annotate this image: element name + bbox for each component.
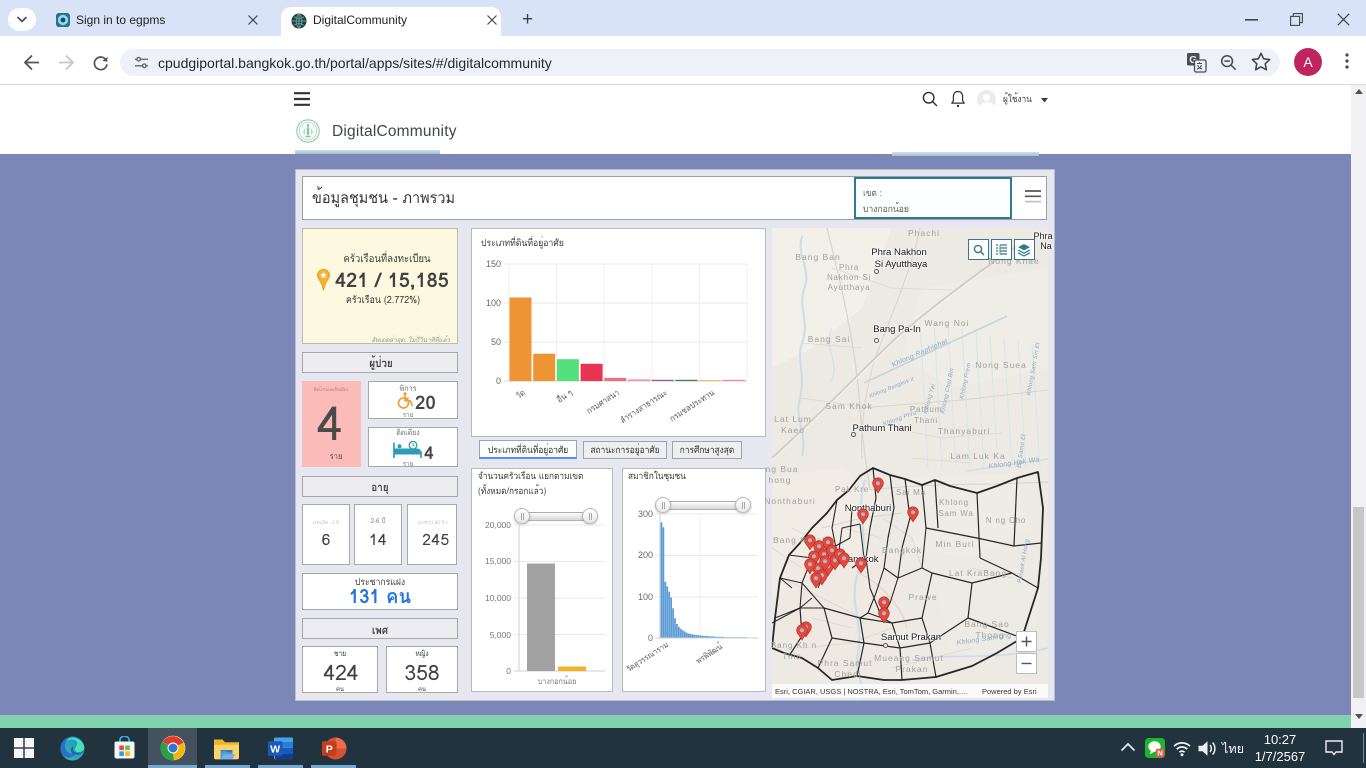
svg-text:P: P bbox=[326, 743, 333, 755]
svg-text:W: W bbox=[270, 743, 280, 755]
svg-text:N: N bbox=[1157, 749, 1162, 758]
